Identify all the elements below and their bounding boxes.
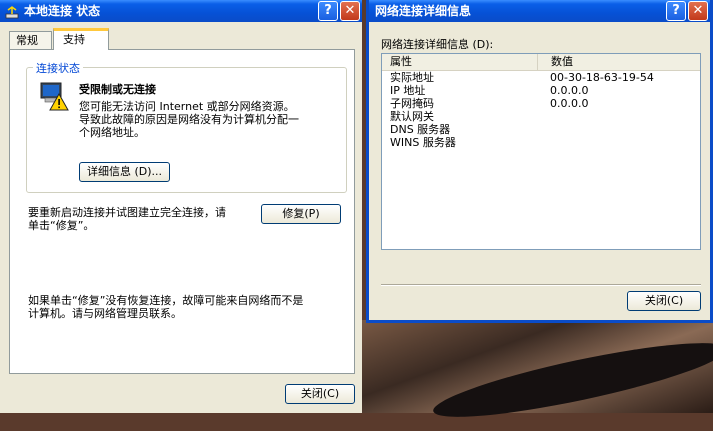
table-row[interactable]: 默认网关 [382,110,700,123]
repair-button[interactable]: 修复(P) [261,204,341,224]
row-property: 子网掩码 [390,97,434,110]
note-line-2: 计算机。请与网络管理员联系。 [28,307,182,320]
tab-general-label: 常规 [16,34,38,47]
row-property: DNS 服务器 [390,123,451,136]
group-title: 连接状态 [33,60,83,76]
table-row[interactable]: 实际地址 00-30-18-63-19-54 [382,71,700,84]
help-button[interactable]: ? [318,1,338,21]
connection-status-group: 连接状态 受限制或无连接 您可能无法访问 Internet 或部分网络资源。 导… [26,60,347,193]
repair-instruction-line-2: 单击“修复”。 [28,219,95,232]
close-button[interactable]: 关闭(C) [285,384,355,404]
dialog-title: 网络连接详细信息 [375,4,472,18]
row-property: 实际地址 [390,71,434,84]
tab-general[interactable]: 常规 [9,31,52,49]
table-row[interactable]: 子网掩码 0.0.0.0 [382,97,700,110]
tab-panel: 连接状态 受限制或无连接 您可能无法访问 Internet 或部分网络资源。 导… [9,49,355,374]
dialog-title: 本地连接 状态 [24,4,101,18]
close-window-button[interactable]: ✕ [340,1,360,21]
title-bar[interactable]: 本地连接 状态 ? ✕ [0,0,362,22]
local-connection-status-dialog: 本地连接 状态 ? ✕ 常规 支持 连接状态 受限制或无连接 您可能无法访问 I… [0,0,362,413]
row-value: 0.0.0.0 [550,84,589,97]
status-heading: 受限制或无连接 [79,83,156,96]
warning-computer-icon [37,80,69,112]
row-value: 0.0.0.0 [550,97,589,110]
column-header-value[interactable]: 数值 [539,54,573,70]
table-row[interactable]: WINS 服务器 [382,136,700,149]
status-line-3: 个网络地址。 [79,126,145,139]
table-row[interactable]: DNS 服务器 [382,123,700,136]
row-property: 默认网关 [390,110,434,123]
separator [381,284,701,286]
row-property: WINS 服务器 [390,136,456,149]
details-list-label: 网络连接详细信息 (D): [381,38,494,51]
close-window-button[interactable]: ✕ [688,1,708,21]
row-property: IP 地址 [390,84,426,97]
table-row[interactable]: IP 地址 0.0.0.0 [382,84,700,97]
column-header-property[interactable]: 属性 [382,54,538,70]
close-button[interactable]: 关闭(C) [627,291,701,311]
tab-support-label: 支持 [63,33,85,46]
title-bar[interactable]: 网络连接详细信息 ? ✕ [369,0,710,22]
details-list[interactable]: 属性 数值 实际地址 00-30-18-63-19-54 IP 地址 0.0.0.0 子… [381,53,701,250]
list-rows: 实际地址 00-30-18-63-19-54 IP 地址 0.0.0.0 子网掩码 0.0… [382,71,700,149]
row-value: 00-30-18-63-19-54 [550,71,654,84]
details-button[interactable]: 详细信息 (D)... [79,162,170,182]
tab-support[interactable]: 支持 [53,28,109,50]
list-header: 属性 数值 [382,54,700,71]
help-button[interactable]: ? [666,1,686,21]
network-connection-details-dialog: 网络连接详细信息 ? ✕ 网络连接详细信息 (D): 属性 数值 实际地址 00-… [366,0,713,323]
network-connection-icon [5,4,19,19]
